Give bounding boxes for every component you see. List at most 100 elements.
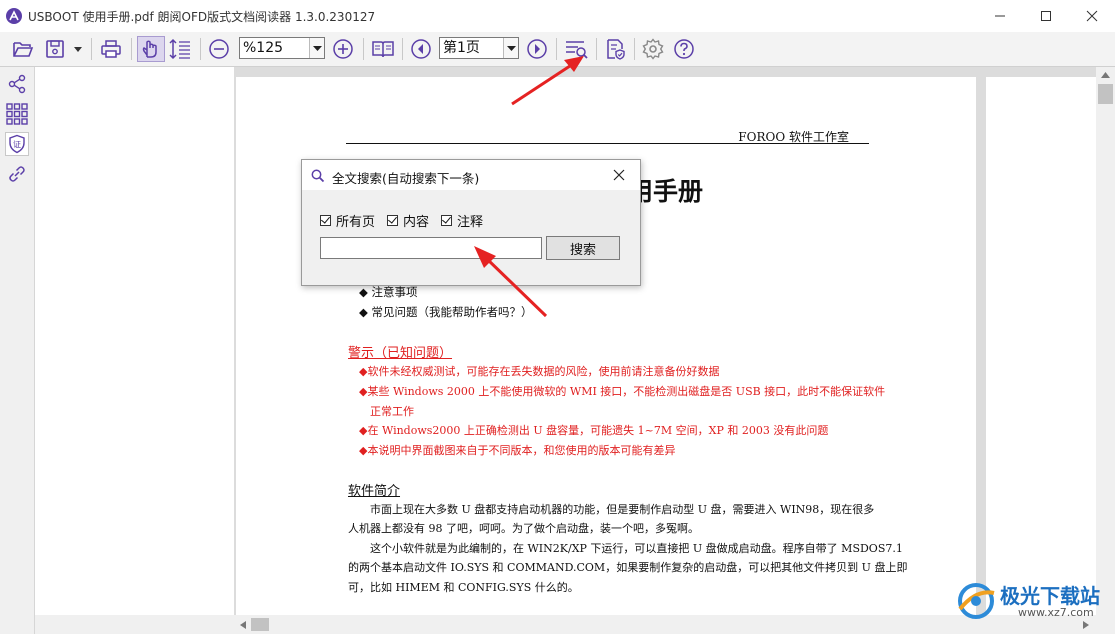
toc-item: ◆ 常见问题（我能帮助作者吗？） [359, 305, 533, 319]
full-text-search-button[interactable] [562, 36, 590, 62]
hand-tool-button[interactable] [137, 36, 165, 62]
title-bar: USBOOT 使用手册.pdf 朗阅OFD版式文档阅读器 1.3.0.23012… [0, 0, 1115, 32]
main-toolbar: %125 第1页 [0, 32, 1115, 67]
printer-icon [101, 40, 121, 58]
sidebar-item-links[interactable] [5, 162, 29, 186]
intro-line: 可，比如 HIMEM 和 CONFIG.SYS 什么的。 [348, 581, 579, 594]
page-value: 第1页 [443, 40, 480, 56]
sidebar-item-thumbnails[interactable] [5, 102, 29, 126]
save-icon [46, 40, 64, 58]
maximize-button[interactable] [1023, 0, 1069, 32]
intro-line: 的两个基本启动文件 IO.SYS 和 COMMAND.COM，如果要制作复杂的启… [348, 561, 908, 574]
arrow-left-circle-icon [411, 39, 431, 59]
side-panel [35, 67, 234, 615]
gear-icon [642, 38, 664, 60]
intro-line: 这个小软件就是为此编制的，在 WIN2K/XP 下运行，可以直接把 U 盘做成启… [370, 542, 903, 555]
dialog-title: 全文搜索(自动搜索下一条) [332, 171, 480, 186]
page-select[interactable]: 第1页 [439, 37, 519, 59]
caret-down-icon [506, 45, 516, 51]
next-page-button[interactable] [524, 36, 550, 62]
reading-mode-button[interactable] [369, 36, 397, 62]
dialog-close-button[interactable] [608, 165, 630, 185]
arrow-right-circle-icon [527, 39, 547, 59]
checkbox-box[interactable] [441, 214, 452, 226]
intro-line: 市面上现在大多数 U 盘都支持启动机器的功能，但是要制作启动型 U 盘，需要进入… [370, 503, 875, 516]
book-icon [372, 41, 394, 58]
scroll-up-icon [1101, 72, 1110, 78]
print-button[interactable] [98, 36, 124, 62]
left-sidebar: 证 [0, 67, 35, 634]
checkbox-all-pages[interactable]: 所有页 [320, 212, 375, 230]
full-text-search-dialog: 全文搜索(自动搜索下一条) 所有页 内容 注释 搜索 [301, 159, 641, 286]
watermark-url: www.xz7.com [1018, 606, 1094, 619]
search-button[interactable]: 搜索 [546, 236, 620, 260]
save-dropdown[interactable] [70, 36, 86, 62]
open-button[interactable] [10, 36, 36, 62]
window-title: USBOOT 使用手册.pdf 朗阅OFD版式文档阅读器 1.3.0.23012… [28, 10, 376, 24]
document-viewer[interactable]: FOROO 软件工作室 用手册 ◆ 注意事项 ◆ 常见问题（我能帮助作者吗？） … [234, 67, 1096, 615]
help-button[interactable] [671, 36, 697, 62]
close-button[interactable] [1069, 0, 1115, 32]
select-text-button[interactable] [167, 36, 193, 62]
page-dropdown-arrow[interactable] [503, 38, 518, 58]
search-icon [311, 169, 325, 183]
search-text-icon [566, 41, 588, 59]
toc-item: ◆ 注意事项 [359, 285, 418, 299]
watermark-text: 极光下载站 [1000, 584, 1100, 608]
next-page [986, 77, 1096, 615]
warning-item: ◆某些 Windows 2000 上不能使用微软的 WMI 接口，不能检测出磁盘… [359, 385, 886, 398]
grid-icon [6, 103, 28, 125]
certificate-shield-icon: 证 [9, 134, 25, 154]
link-broken-icon [9, 166, 25, 182]
warning-item-continued: 正常工作 [370, 405, 414, 418]
signature-verify-button[interactable] [602, 36, 628, 62]
app-logo-icon [6, 8, 22, 24]
scroll-left-icon [240, 621, 246, 629]
intro-heading: 软件简介 [348, 484, 401, 499]
sidebar-item-certificate[interactable]: 证 [5, 132, 29, 156]
share-icon [8, 74, 26, 94]
settings-button[interactable] [640, 36, 666, 62]
previous-page-button[interactable] [408, 36, 434, 62]
zoom-out-button[interactable] [206, 36, 232, 62]
minimize-icon [995, 15, 1005, 17]
checkbox-content[interactable]: 内容 [387, 212, 429, 230]
caret-down-icon [312, 45, 322, 51]
help-icon [674, 39, 694, 59]
search-input[interactable] [320, 237, 542, 259]
folder-open-icon [13, 42, 34, 57]
checkbox-box[interactable] [387, 214, 398, 226]
document-page: FOROO 软件工作室 用手册 ◆ 注意事项 ◆ 常见问题（我能帮助作者吗？） … [236, 77, 976, 615]
watermark-logo-icon [958, 583, 995, 619]
hand-icon [142, 40, 157, 58]
vertical-scroll-thumb[interactable] [1098, 84, 1113, 104]
warning-item: ◆在 Windows2000 上正确检测出 U 盘容量，可能遗失 1~7M 空间… [359, 424, 829, 437]
zoom-out-icon [209, 39, 229, 59]
zoom-in-button[interactable] [330, 36, 356, 62]
horizontal-scroll-thumb[interactable] [251, 618, 269, 631]
vertical-scrollbar[interactable] [1096, 67, 1115, 615]
dialog-title-bar: 全文搜索(自动搜索下一条) [302, 160, 640, 190]
warning-item: ◆本说明中界面截图来自于不同版本，和您使用的版本可能有差异 [359, 444, 676, 457]
svg-text:证: 证 [13, 140, 21, 149]
zoom-value: %125 [243, 40, 284, 56]
minimize-button[interactable] [977, 0, 1023, 32]
header-rule [346, 143, 869, 144]
zoom-select[interactable]: %125 [239, 37, 325, 59]
close-icon [613, 169, 625, 181]
sidebar-item-share[interactable] [5, 72, 29, 96]
watermark: 极光下载站 www.xz7.com [952, 576, 1112, 626]
checkbox-box[interactable] [320, 214, 331, 226]
zoom-dropdown-arrow[interactable] [309, 38, 324, 58]
zoom-in-icon [333, 39, 353, 59]
document-shield-icon [607, 39, 625, 60]
warning-item: ◆软件未经权威测试，可能存在丢失数据的风险，使用前请注意备份好数据 [359, 365, 720, 378]
maximize-icon [1041, 11, 1051, 21]
save-button[interactable] [42, 36, 68, 62]
text-select-icon [169, 38, 190, 60]
close-icon [1086, 10, 1098, 22]
checkbox-annotations[interactable]: 注释 [441, 212, 483, 230]
warning-heading: 警示（已知问题） [348, 346, 453, 361]
caret-down-icon [74, 47, 82, 52]
intro-line: 人机器上都没有 98 了吧，呵呵。为了做个启动盘，装一个吧，多冤啊。 [348, 522, 699, 535]
